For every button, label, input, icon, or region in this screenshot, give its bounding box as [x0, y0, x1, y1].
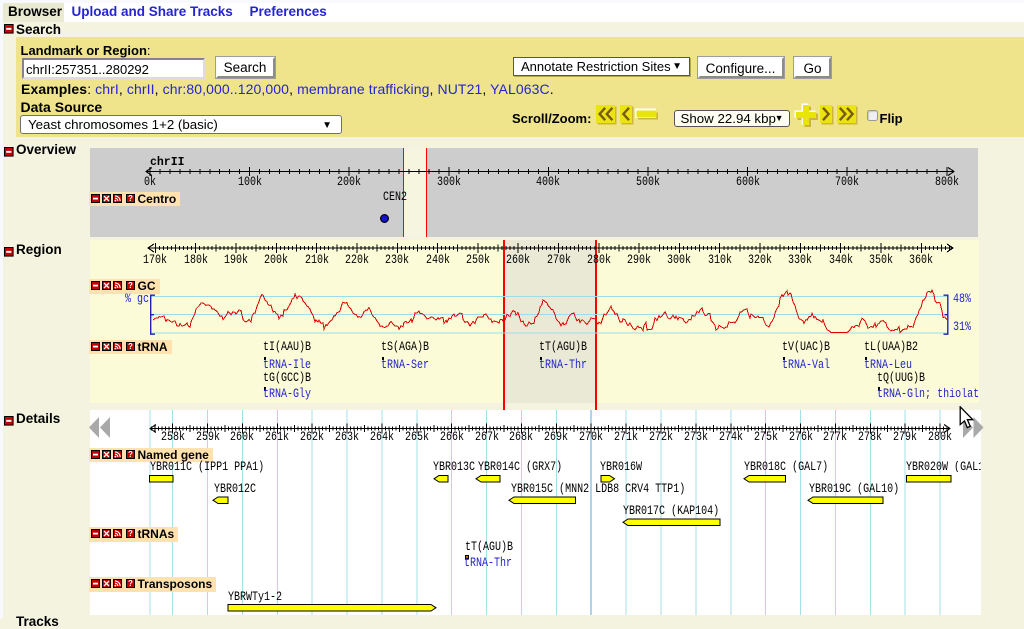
svg-text:?: ?	[128, 529, 133, 538]
svg-text:?: ?	[128, 579, 133, 588]
